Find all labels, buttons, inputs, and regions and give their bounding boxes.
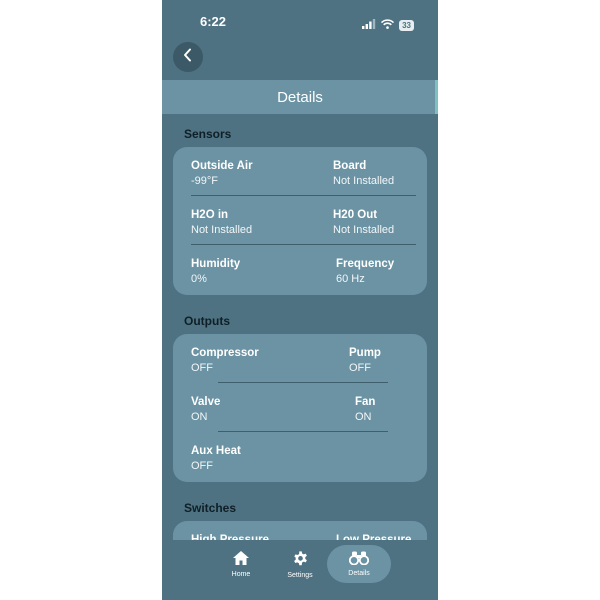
binoculars-icon — [348, 551, 370, 567]
output-label: Compressor — [191, 347, 259, 359]
status-time: 6:22 — [200, 14, 227, 29]
sensor-outside-air: Outside Air -99°F — [191, 159, 253, 188]
sensor-label: Board — [333, 160, 367, 172]
battery-indicator: 33 — [399, 19, 414, 31]
tab-home[interactable]: Home — [209, 545, 273, 583]
output-row: Compressor OFF Pump OFF — [173, 334, 427, 383]
sensor-humidity: Humidity 0% — [191, 257, 240, 286]
sensor-row: Humidity 0% Frequency 60 Hz — [173, 245, 427, 294]
output-value: ON — [355, 411, 372, 423]
output-label: Aux Heat — [191, 445, 241, 457]
sensor-label: Humidity — [191, 258, 241, 270]
output-value: OFF — [191, 362, 213, 374]
tab-details[interactable]: Details — [327, 545, 391, 583]
sensor-h2o-out: H20 Out Not Installed — [333, 208, 394, 237]
back-button[interactable] — [173, 42, 203, 72]
sensor-value: Not Installed — [333, 224, 395, 236]
tab-settings[interactable]: Settings — [268, 545, 332, 583]
output-value: OFF — [191, 460, 213, 472]
sensor-value: 0% — [191, 273, 207, 285]
sensor-row: Outside Air -99°F Board Not Installed — [173, 147, 427, 196]
sensor-value: Not Installed — [333, 175, 395, 187]
sensor-board: Board Not Installed — [333, 159, 394, 188]
page-title: Details — [277, 88, 323, 106]
sensor-label: Frequency — [336, 258, 395, 270]
output-row: Aux Heat OFF — [173, 432, 427, 481]
sensor-label: Outside Air — [191, 160, 253, 172]
page-header: Details — [162, 80, 438, 114]
tab-home-label: Home — [231, 571, 251, 578]
tab-bar: Home Settings Details — [162, 540, 438, 600]
output-aux-heat: Aux Heat OFF — [191, 444, 241, 473]
output-value: ON — [191, 411, 208, 423]
status-bar: 6:22 33 — [162, 0, 438, 40]
output-valve: Valve ON — [191, 395, 220, 424]
sensor-label: H2O in — [191, 209, 229, 221]
outputs-card: Compressor OFF Pump OFF Valve ON Fan ON … — [173, 334, 427, 482]
output-label: Pump — [349, 347, 381, 359]
output-fan: Fan ON — [355, 395, 375, 424]
wifi-icon — [381, 16, 395, 34]
sensor-label: H20 Out — [333, 209, 378, 221]
output-pump: Pump OFF — [349, 346, 381, 375]
phone-screen: 6:22 33 Details Sensors Outside Air -99°… — [162, 0, 438, 600]
status-icons: 33 — [362, 16, 414, 34]
sensor-value: Not Installed — [191, 224, 253, 236]
chevron-left-icon — [182, 48, 194, 67]
sensors-section-title: Sensors — [184, 127, 232, 141]
signal-icon — [362, 16, 376, 34]
sensor-h2o-in: H2O in Not Installed — [191, 208, 252, 237]
output-label: Fan — [355, 396, 376, 408]
sensor-row: H2O in Not Installed H20 Out Not Install… — [173, 196, 427, 245]
tab-details-label: Details — [348, 570, 370, 577]
sensor-value: 60 Hz — [336, 273, 365, 285]
outputs-section-title: Outputs — [184, 314, 230, 328]
output-value: OFF — [349, 362, 371, 374]
tab-settings-label: Settings — [287, 571, 313, 579]
output-compressor: Compressor OFF — [191, 346, 259, 375]
output-row: Valve ON Fan ON — [173, 383, 427, 432]
sensors-card: Outside Air -99°F Board Not Installed H2… — [173, 147, 427, 295]
home-icon — [232, 550, 250, 568]
output-label: Valve — [191, 396, 221, 408]
gear-icon — [292, 550, 309, 569]
switches-section-title: Switches — [184, 501, 237, 515]
sensor-value: -99°F — [191, 175, 219, 187]
sensor-frequency: Frequency 60 Hz — [336, 257, 394, 286]
